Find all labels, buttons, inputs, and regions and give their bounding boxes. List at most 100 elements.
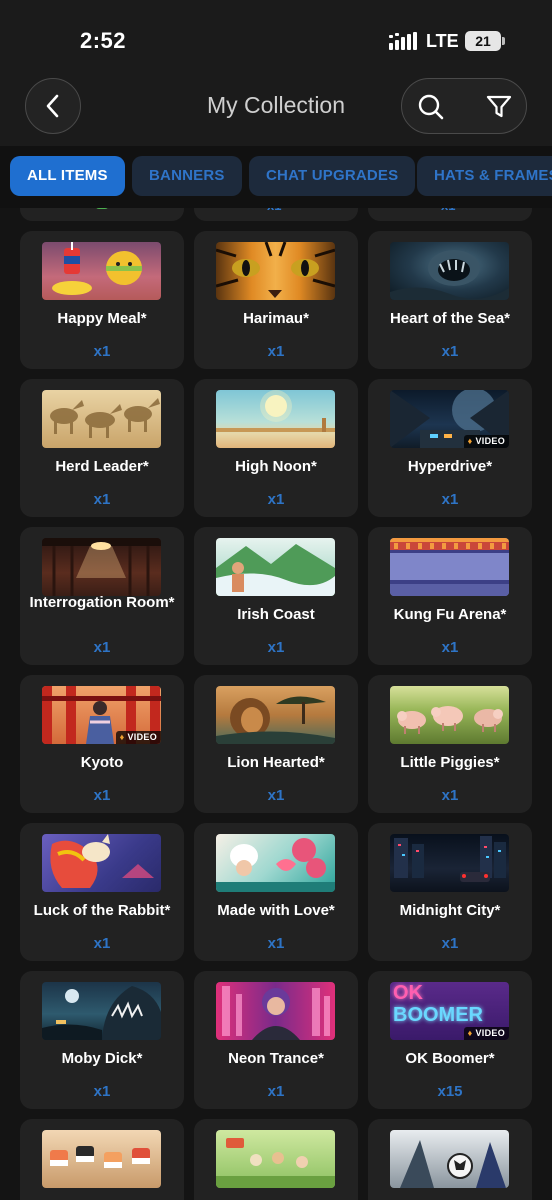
- collection-card[interactable]: Made with Love* x1: [194, 823, 358, 961]
- collection-card-partial[interactable]: [194, 1119, 358, 1200]
- video-label: VIDEO: [127, 732, 157, 742]
- item-quantity: x1: [267, 1083, 285, 1100]
- collection-card[interactable]: Moby Dick* x1: [20, 971, 184, 1109]
- collection-card[interactable]: Luck of the Rabbit* x1: [20, 823, 184, 961]
- item-thumbnail: [216, 390, 335, 448]
- item-quantity: x1: [441, 639, 459, 656]
- collection-card[interactable]: Herd Leader* x1: [20, 379, 184, 517]
- item-thumbnail: [390, 242, 509, 300]
- item-quantity: x1: [93, 935, 111, 952]
- item-quantity: x1: [267, 639, 285, 656]
- item-name: Hyperdrive*: [407, 458, 493, 475]
- collection-card[interactable]: Heart of the Sea* x1: [368, 231, 532, 369]
- collection-card[interactable]: OK BOOMER ♦ VIDEO OK Boomer* x15: [368, 971, 532, 1109]
- flame-icon: ♦: [467, 1028, 473, 1038]
- search-icon: [418, 94, 444, 120]
- item-thumbnail: ♦ VIDEO: [42, 686, 161, 744]
- item-thumbnail: OK BOOMER ♦ VIDEO: [390, 982, 509, 1040]
- collection-card[interactable]: Irish Coast x1: [194, 527, 358, 665]
- item-thumbnail: [390, 1130, 509, 1188]
- collection-card-partial[interactable]: [368, 1119, 532, 1200]
- video-label: VIDEO: [475, 436, 505, 446]
- item-quantity: x1: [267, 343, 285, 360]
- item-name: Happy Meal*: [57, 310, 147, 327]
- item-name: Lion Hearted*: [227, 754, 325, 771]
- item-name: Herd Leader*: [55, 458, 149, 475]
- item-quantity: x1: [93, 491, 111, 508]
- item-quantity: x1: [267, 491, 285, 508]
- status-time: 2:52: [80, 28, 127, 53]
- header-actions: [401, 78, 527, 134]
- item-quantity: x1: [267, 935, 285, 952]
- flame-icon: ♦: [467, 436, 473, 446]
- item-thumbnail: [216, 538, 335, 596]
- item-name: Luck of the Rabbit*: [33, 902, 171, 919]
- tab-banners[interactable]: BANNERS: [132, 156, 242, 196]
- item-thumbnail: [42, 834, 161, 892]
- ok-boomer-art-line1: OK: [393, 982, 423, 1004]
- battery-tip: [502, 37, 505, 45]
- video-label: VIDEO: [475, 1028, 505, 1038]
- header: My Collection: [0, 70, 552, 146]
- ok-boomer-art-line2: BOOMER: [393, 1004, 483, 1026]
- item-thumbnail: [42, 982, 161, 1040]
- tab-chat-upgrades[interactable]: CHAT UPGRADES: [249, 156, 416, 196]
- item-quantity: x1: [441, 343, 459, 360]
- status-bar: 2:52 LTE 21: [0, 0, 552, 80]
- collection-card[interactable]: Harimau* x1: [194, 231, 358, 369]
- item-thumbnail: [216, 242, 335, 300]
- network-label: LTE: [426, 31, 459, 51]
- collection-card[interactable]: High Noon* x1: [194, 379, 358, 517]
- item-name: Harimau*: [243, 310, 309, 327]
- collection-card-partial[interactable]: x1: [368, 208, 532, 221]
- item-thumbnail: [42, 1130, 161, 1188]
- tab-hats-frames[interactable]: HATS & FRAMES: [417, 156, 552, 196]
- item-name: Interrogation Room*: [29, 594, 175, 611]
- item-thumbnail: [390, 538, 509, 596]
- item-quantity: x1: [267, 787, 285, 804]
- item-quantity: x1: [441, 787, 459, 804]
- video-badge: ♦ VIDEO: [115, 731, 161, 744]
- item-name: OK Boomer*: [405, 1050, 495, 1067]
- search-button[interactable]: [416, 92, 446, 122]
- collection-card-partial[interactable]: [20, 1119, 184, 1200]
- item-thumbnail: [42, 538, 161, 596]
- flame-icon: ♦: [119, 732, 125, 742]
- item-name: High Noon*: [235, 458, 317, 475]
- collection-card[interactable]: Happy Meal* x1: [20, 231, 184, 369]
- item-quantity: x1: [441, 208, 455, 213]
- filter-button[interactable]: [484, 92, 514, 122]
- partial-thumb-edge: [95, 208, 109, 209]
- collection-card[interactable]: Neon Trance* x1: [194, 971, 358, 1109]
- collection-card[interactable]: Interrogation Room* x1: [20, 527, 184, 665]
- item-name: Kung Fu Arena*: [393, 606, 507, 623]
- item-thumbnail: [216, 686, 335, 744]
- collection-card[interactable]: ♦ VIDEO Hyperdrive* x1: [368, 379, 532, 517]
- item-quantity: x1: [93, 639, 111, 656]
- item-name: Made with Love*: [217, 902, 335, 919]
- collection-grid: x1 x1 Happy Meal* x1: [0, 208, 552, 1200]
- video-badge: ♦ VIDEO: [463, 435, 509, 448]
- item-name: Irish Coast: [237, 606, 315, 623]
- category-tabs: ALL ITEMS BANNERS CHAT UPGRADES HATS & F…: [0, 146, 552, 208]
- item-name: Moby Dick*: [61, 1050, 143, 1067]
- collection-card[interactable]: Kung Fu Arena* x1: [368, 527, 532, 665]
- collection-card[interactable]: ♦ VIDEO Kyoto x1: [20, 675, 184, 813]
- item-quantity: x1: [441, 491, 459, 508]
- item-thumbnail: [42, 390, 161, 448]
- item-thumbnail: [390, 834, 509, 892]
- item-name: Heart of the Sea*: [389, 310, 511, 327]
- video-badge: ♦ VIDEO: [463, 1027, 509, 1040]
- collection-card[interactable]: Midnight City* x1: [368, 823, 532, 961]
- item-thumbnail: [216, 1130, 335, 1188]
- tab-all-items[interactable]: ALL ITEMS: [10, 156, 125, 196]
- item-thumbnail: [390, 686, 509, 744]
- collection-card-partial[interactable]: x1: [194, 208, 358, 221]
- item-quantity: x1: [267, 208, 281, 213]
- collection-card[interactable]: Lion Hearted* x1: [194, 675, 358, 813]
- collection-card[interactable]: Little Piggies* x1: [368, 675, 532, 813]
- item-thumbnail: [216, 834, 335, 892]
- item-quantity: x1: [93, 343, 111, 360]
- item-name: Kyoto: [80, 754, 124, 771]
- collection-card-partial[interactable]: [20, 208, 184, 221]
